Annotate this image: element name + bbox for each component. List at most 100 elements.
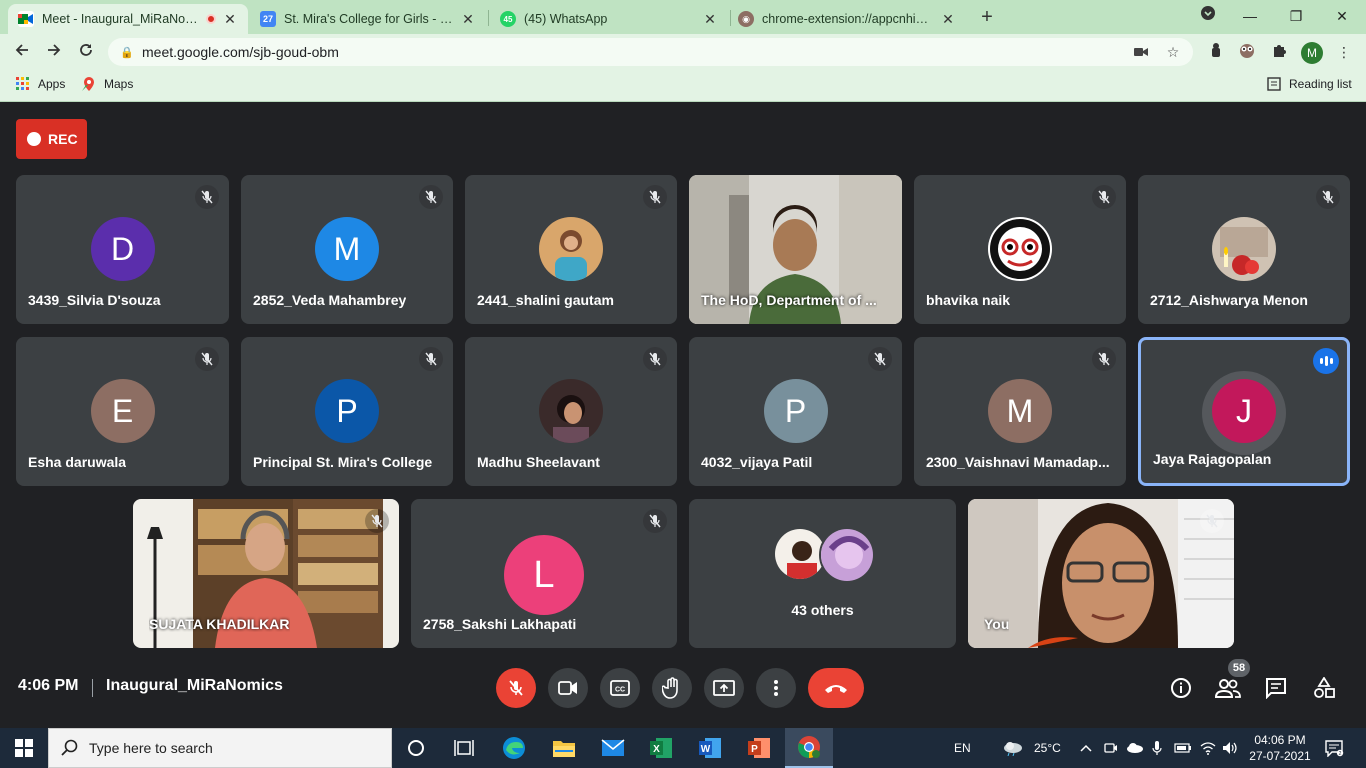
activities-button[interactable]	[1309, 673, 1339, 703]
tab-calendar[interactable]: 27 St. Mira's College for Girls - Calend…	[250, 4, 486, 34]
file-explorer-app[interactable]	[540, 728, 588, 768]
extension-puzzle-dark-icon[interactable]	[1206, 42, 1226, 62]
avatar: P	[315, 379, 379, 443]
raise-hand-button[interactable]	[652, 668, 692, 708]
mic-off-icon	[868, 347, 892, 371]
close-tab-icon[interactable]: ✕	[940, 11, 956, 28]
browser-toolbar: 🔒 meet.google.com/sjb-goud-obm ☆ M ⋮	[0, 34, 1366, 70]
bookmark-maps[interactable]: Maps	[82, 77, 133, 91]
back-arrow-icon	[15, 44, 28, 56]
new-tab-button[interactable]: +	[976, 6, 998, 28]
close-window-button[interactable]: ✕	[1322, 4, 1362, 28]
start-button[interactable]	[0, 728, 48, 768]
lock-icon[interactable]: 🔒	[120, 46, 134, 59]
present-screen-button[interactable]	[704, 668, 744, 708]
mic-off-icon	[419, 185, 443, 209]
weather-widget[interactable]: 25°C	[1002, 728, 1061, 768]
action-center-button[interactable]: 2	[1324, 728, 1344, 768]
meeting-name: Inaugural_MiRaNomics	[106, 677, 283, 694]
tab-whatsapp[interactable]: 45 (45) WhatsApp ✕	[490, 4, 728, 34]
mic-off-icon	[509, 680, 523, 696]
input-language[interactable]: EN	[954, 728, 971, 768]
captions-button[interactable]: CC	[600, 668, 640, 708]
camera-blocked-icon[interactable]	[1129, 44, 1153, 60]
excel-icon: X	[650, 738, 672, 758]
forward-button[interactable]	[42, 40, 66, 64]
taskbar-clock[interactable]: 04:06 PM 27-07-2021	[1245, 732, 1315, 764]
leave-call-button[interactable]	[808, 668, 864, 708]
participant-name: 2441_shalini gautam	[477, 292, 614, 308]
tab-extension[interactable]: ◉ chrome-extension://appcnhiefcidclcdjea…	[728, 4, 966, 34]
recording-badge[interactable]: REC	[16, 119, 87, 159]
participant-tile[interactable]: bhavika naik	[914, 175, 1126, 324]
candle-profile-photo	[1212, 217, 1276, 281]
tab-meet[interactable]: Meet - Inaugural_MiRaNomics ✕	[8, 4, 248, 34]
participant-tile[interactable]: E Esha daruwala	[16, 337, 229, 486]
participant-video-tile[interactable]: The HoD, Department of ...	[689, 175, 902, 324]
close-tab-icon[interactable]: ✕	[222, 11, 238, 28]
mic-toggle-button[interactable]	[496, 668, 536, 708]
excel-app[interactable]: X	[637, 728, 685, 768]
volume-tray-icon[interactable]	[1222, 728, 1238, 768]
word-app[interactable]: W	[686, 728, 734, 768]
reload-button[interactable]	[74, 40, 98, 64]
onedrive-tray-icon[interactable]	[1126, 728, 1144, 768]
tab-title: St. Mira's College for Girls - Calendar	[284, 12, 454, 26]
edge-app[interactable]	[490, 728, 538, 768]
microphone-tray-icon[interactable]	[1152, 728, 1162, 768]
close-tab-icon[interactable]: ✕	[460, 11, 476, 28]
participant-name: bhavika naik	[926, 292, 1011, 308]
mic-off-icon	[643, 185, 667, 209]
bookmark-star-icon[interactable]: ☆	[1161, 44, 1185, 61]
tab-search-button[interactable]	[1188, 4, 1228, 28]
minimize-button[interactable]: —	[1230, 4, 1270, 28]
bookmark-apps[interactable]: Apps	[16, 77, 65, 91]
powerpoint-app[interactable]: P	[735, 728, 783, 768]
wifi-tray-icon[interactable]	[1200, 728, 1216, 768]
more-options-button[interactable]	[756, 668, 796, 708]
extension-owl-icon[interactable]	[1237, 42, 1257, 62]
raise-hand-icon	[662, 677, 678, 699]
participants-button[interactable]	[1213, 673, 1243, 703]
participant-tile[interactable]: P Principal St. Mira's College	[241, 337, 453, 486]
close-tab-icon[interactable]: ✕	[702, 11, 718, 28]
profile-avatar[interactable]: M	[1301, 42, 1323, 64]
participant-tile[interactable]: P 4032_vijaya Patil	[689, 337, 902, 486]
camera-toggle-button[interactable]	[548, 668, 588, 708]
reading-list-button[interactable]: Reading list	[1267, 77, 1352, 91]
microphone-icon	[1152, 741, 1162, 755]
participant-video-tile[interactable]: SUJATA KHADILKAR	[133, 499, 399, 648]
chat-button[interactable]	[1261, 673, 1291, 703]
url-text[interactable]: meet.google.com/sjb-goud-obm	[142, 44, 1129, 60]
participant-tile[interactable]: 2441_shalini gautam	[465, 175, 677, 324]
participant-tile[interactable]: Madhu Sheelavant	[465, 337, 677, 486]
meeting-details-button[interactable]	[1166, 673, 1196, 703]
battery-tray-icon[interactable]	[1174, 728, 1192, 768]
restore-button[interactable]: ❐	[1276, 4, 1316, 28]
participant-tile[interactable]: L 2758_Sakshi Lakhapati	[411, 499, 677, 648]
participant-tile[interactable]: 2712_Aishwarya Menon	[1138, 175, 1350, 324]
others-tile[interactable]: 43 others	[689, 499, 956, 648]
chrome-app[interactable]	[785, 728, 833, 768]
mail-app[interactable]	[589, 728, 637, 768]
participant-name: You	[984, 616, 1010, 632]
participant-tile[interactable]: M 2300_Vaishnavi Mamadap...	[914, 337, 1126, 486]
menu-kebab-icon[interactable]: ⋮	[1334, 42, 1354, 62]
participant-tile-active-speaker[interactable]: J Jaya Rajagopalan	[1138, 337, 1350, 486]
address-bar[interactable]: 🔒 meet.google.com/sjb-goud-obm ☆	[108, 38, 1193, 66]
participant-tile[interactable]: M 2852_Veda Mahambrey	[241, 175, 453, 324]
more-vert-icon	[774, 680, 778, 696]
task-view-button[interactable]	[440, 728, 488, 768]
show-hidden-icons[interactable]	[1080, 728, 1092, 768]
search-placeholder: Type here to search	[89, 740, 213, 756]
self-video-tile[interactable]: You	[968, 499, 1234, 648]
cortana-button[interactable]	[392, 728, 440, 768]
meet-icon	[18, 11, 34, 27]
participant-tile[interactable]: D 3439_Silvia D'souza	[16, 175, 229, 324]
back-button[interactable]	[10, 40, 34, 64]
meet-now-tray-icon[interactable]	[1104, 728, 1118, 768]
taskbar-search-box[interactable]: Type here to search	[48, 728, 392, 768]
recording-indicator-icon	[206, 14, 216, 24]
profile-photo	[539, 217, 603, 281]
extensions-puzzle-icon[interactable]	[1269, 42, 1289, 62]
